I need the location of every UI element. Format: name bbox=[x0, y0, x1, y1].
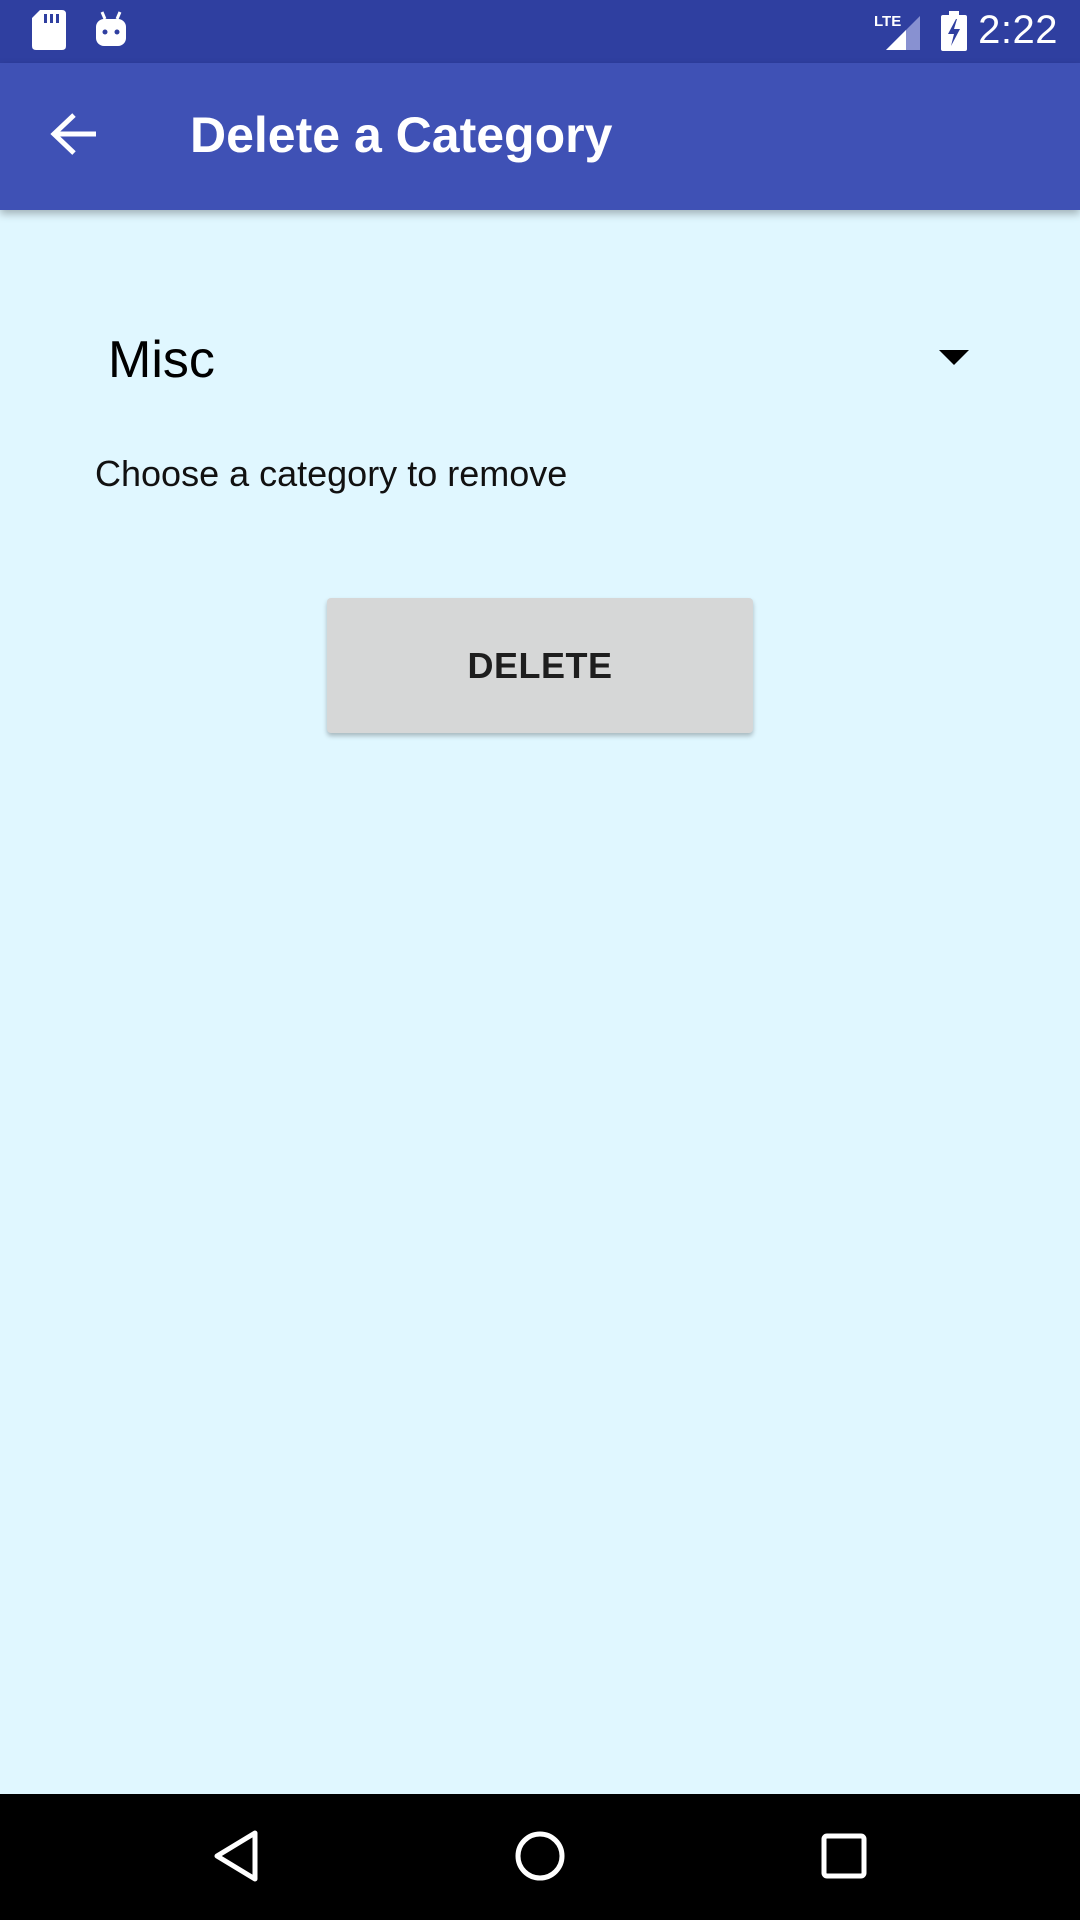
main-content: Misc Choose a category to remove DELETE bbox=[0, 210, 1080, 1794]
nav-home-button[interactable] bbox=[504, 1822, 576, 1894]
nav-recents-button[interactable] bbox=[808, 1822, 880, 1894]
android-icon bbox=[94, 10, 128, 55]
lte-label: LTE bbox=[874, 13, 901, 30]
category-helper-text: Choose a category to remove bbox=[95, 453, 568, 494]
sd-card-icon bbox=[32, 10, 66, 55]
arrow-back-icon bbox=[50, 112, 98, 161]
app-bar: Delete a Category bbox=[0, 63, 1080, 210]
category-spinner[interactable]: Misc bbox=[96, 300, 986, 420]
page-title: Delete a Category bbox=[190, 107, 613, 163]
category-selected-value: Misc bbox=[108, 331, 215, 389]
back-triangle-icon bbox=[211, 1829, 261, 1888]
back-button[interactable] bbox=[30, 101, 118, 171]
battery-charging-icon bbox=[940, 11, 968, 56]
recents-square-icon bbox=[819, 1831, 869, 1886]
system-nav-bar bbox=[0, 1794, 1080, 1920]
home-circle-icon bbox=[513, 1829, 567, 1888]
clock-time: 2:22 bbox=[978, 8, 1058, 52]
dropdown-arrow-icon bbox=[939, 350, 969, 371]
nav-back-button[interactable] bbox=[200, 1822, 272, 1894]
lte-signal-icon: LTE bbox=[874, 12, 922, 57]
delete-button[interactable]: DELETE bbox=[327, 598, 753, 733]
status-bar: LTE 2:22 bbox=[0, 0, 1080, 63]
